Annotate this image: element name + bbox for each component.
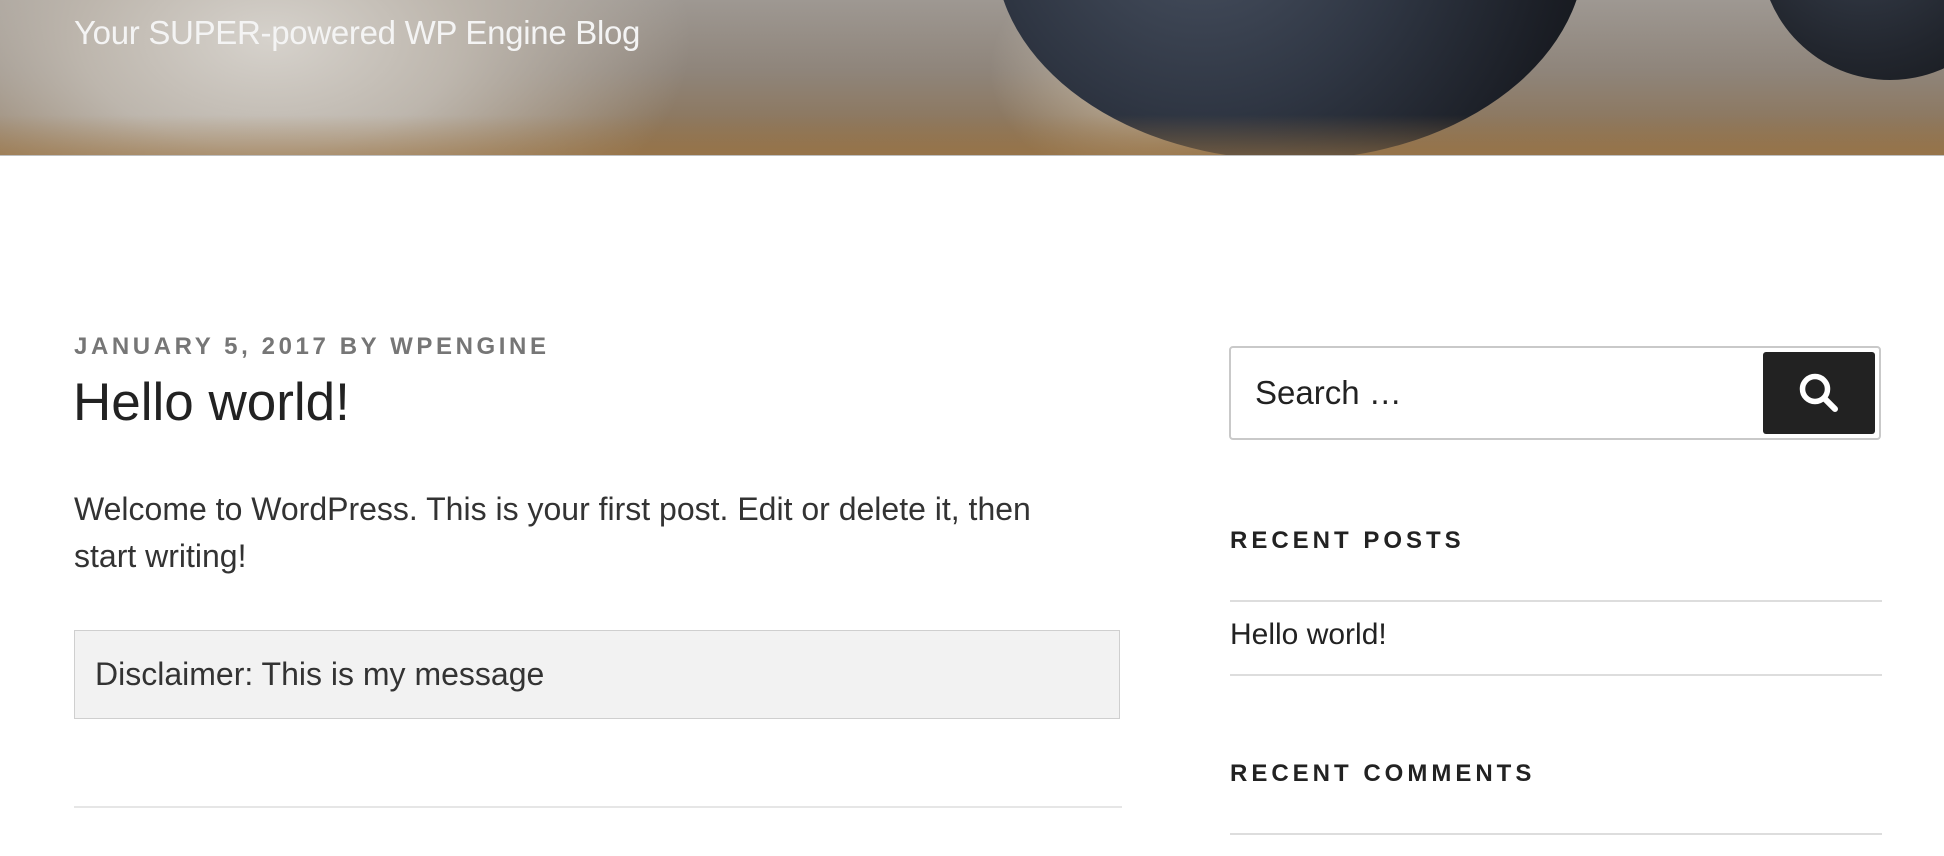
recent-posts-title: RECENT POSTS — [1230, 527, 1465, 554]
recent-posts-top-divider — [1230, 600, 1882, 602]
post-date-link[interactable]: JANUARY 5, 2017 — [74, 333, 329, 360]
post-body: Welcome to WordPress. This is your first… — [74, 491, 1031, 574]
disclaimer-text: Disclaimer: This is my message — [95, 656, 545, 692]
search-input[interactable]: Search … — [1255, 348, 1755, 438]
recent-post-link[interactable]: Hello world! — [1230, 618, 1387, 652]
search-icon — [1799, 373, 1838, 412]
header-image-lighting — [0, 115, 1944, 155]
recent-comments-divider — [1230, 833, 1882, 835]
search-form: Search … — [1229, 346, 1881, 440]
post-divider — [74, 806, 1122, 808]
post-by-label: BY — [339, 333, 380, 360]
recent-comments-title: RECENT COMMENTS — [1230, 760, 1536, 787]
post-meta: JANUARY 5, 2017 BY WPENGINE — [74, 333, 550, 361]
post-author-link[interactable]: WPENGINE — [390, 333, 549, 360]
disclaimer-box: Disclaimer: This is my message — [74, 630, 1120, 719]
site-header: Your SUPER-powered WP Engine Blog — [0, 0, 1944, 156]
header-image-sphere-secondary — [1760, 0, 1944, 80]
recent-posts-bottom-divider — [1230, 674, 1882, 676]
post-title[interactable]: Hello world! — [73, 372, 350, 433]
search-button[interactable] — [1763, 352, 1875, 434]
site-tagline: Your SUPER-powered WP Engine Blog — [74, 14, 641, 51]
